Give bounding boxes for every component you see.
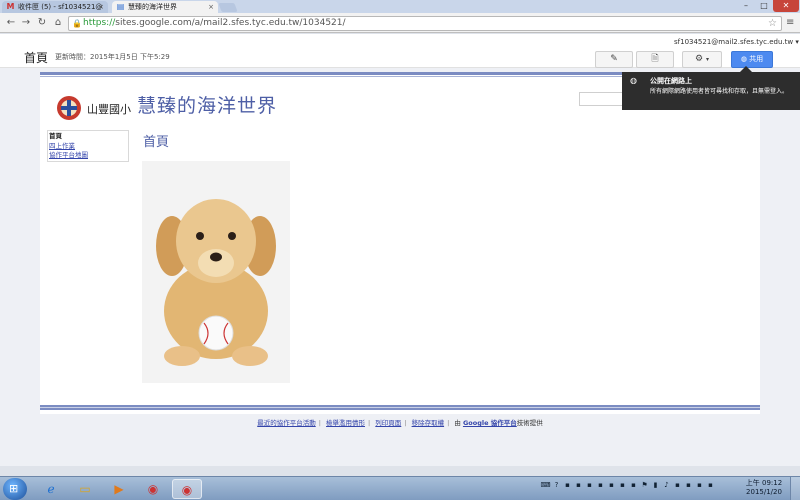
- clock-time: 上午 09:12: [745, 479, 783, 487]
- minimize-button[interactable]: –: [737, 0, 755, 12]
- back-icon[interactable]: ←: [4, 16, 18, 30]
- school-logo-icon: [57, 96, 81, 120]
- tab-gmail[interactable]: M 收件匣 (5) - sf1034521@ ×: [2, 1, 108, 13]
- nav-item-home[interactable]: 首頁: [49, 132, 127, 142]
- internet-explorer-icon[interactable]: ℯ: [36, 479, 66, 499]
- home-icon[interactable]: ⌂: [51, 16, 65, 30]
- edit-page-button[interactable]: ✎: [595, 51, 633, 68]
- site-title[interactable]: 慧臻的海洋世界: [137, 91, 277, 118]
- remove-access-link[interactable]: 移除存取權: [412, 419, 445, 427]
- url-path: sites.google.com/a/mail2.sfes.tyc.edu.tw…: [115, 18, 346, 28]
- tray-app-icon[interactable]: ▪: [595, 481, 606, 489]
- chevron-down-icon: ▾: [795, 38, 799, 46]
- chrome-icon[interactable]: ◉: [138, 479, 168, 499]
- share-button[interactable]: ◍ 共用: [731, 51, 773, 68]
- sites-icon: ▤: [116, 2, 125, 11]
- logo-school-name: 山豐國小: [87, 103, 131, 116]
- clock-date: 2015/1/20: [746, 488, 782, 496]
- start-button[interactable]: ⊞: [3, 478, 27, 500]
- tray-app-icon[interactable]: ▪: [705, 481, 716, 489]
- system-tray: ⌨? ▪ ▪ ▪ ▪ ▪ ▪ ▪ ⚑ ▮ ♪ ▪ ▪ ▪ ▪: [540, 481, 740, 497]
- windows-taskbar: ⊞ ℯ ▭ ▶ ◉ ◉ ⌨? ▪ ▪ ▪ ▪ ▪ ▪ ▪ ⚑ ▮ ♪ ▪ ▪ ▪ ▪ 上午 09:12 20…: [0, 476, 800, 500]
- network-icon[interactable]: ▮: [650, 481, 661, 489]
- lock-icon: 🔒: [72, 19, 82, 28]
- keyboard-icon[interactable]: ⌨: [540, 481, 551, 489]
- menu-icon[interactable]: ≡: [786, 17, 794, 28]
- page-title: 首頁: [24, 51, 49, 65]
- file-explorer-icon[interactable]: ▭: [70, 479, 100, 499]
- tab-title: 收件匣 (5) - sf1034521@: [18, 3, 103, 11]
- bookmark-star-icon[interactable]: ☆: [768, 17, 777, 30]
- tab-site[interactable]: ▤ 慧臻的海洋世界 ×: [112, 1, 218, 13]
- help-icon[interactable]: ?: [551, 481, 562, 489]
- browser-tab-strip: M 收件匣 (5) - sf1034521@ × ▤ 慧臻的海洋世界 × – □…: [0, 0, 800, 13]
- volume-icon[interactable]: ♪: [661, 481, 672, 489]
- tray-app-icon[interactable]: ▪: [584, 481, 595, 489]
- content-heading: 首頁: [143, 135, 170, 150]
- maximize-button[interactable]: □: [755, 0, 773, 12]
- nav-item-sitemap[interactable]: 協作平台地圖: [49, 151, 127, 161]
- tray-app-icon[interactable]: ▪: [628, 481, 639, 489]
- new-tab-button[interactable]: [218, 3, 238, 12]
- site-container: 山豐國小 慧臻的海洋世界 首頁 四上作業 協作平台地圖 首頁: [40, 72, 760, 414]
- recent-activity-link[interactable]: 最近的協作平台活動: [257, 419, 316, 427]
- clock[interactable]: 上午 09:12 2015/1/20: [744, 479, 784, 497]
- gmail-icon: M: [6, 2, 15, 11]
- tray-app-icon[interactable]: ▪: [562, 481, 573, 489]
- new-page-icon: 🗎: [651, 54, 659, 64]
- account-email: sf1034521@mail2.sfes.tyc.edu.tw: [674, 38, 794, 46]
- new-page-button[interactable]: 🗎: [636, 51, 674, 68]
- tray-app-icon[interactable]: ▪: [683, 481, 694, 489]
- tab-title: 慧臻的海洋世界: [128, 3, 177, 11]
- close-tab-icon[interactable]: ×: [98, 1, 104, 13]
- more-actions-button[interactable]: ⚙ ▾: [682, 51, 722, 68]
- share-tooltip: ◍ 公開在網路上 所有網際網路使用者皆可尋找和存取，且無需登入。: [622, 66, 800, 110]
- show-desktop-button[interactable]: [790, 477, 800, 500]
- media-player-icon[interactable]: ▶: [104, 479, 134, 499]
- last-updated: 更新時間：2015年1月5日 下午5:29: [55, 53, 170, 61]
- report-abuse-link[interactable]: 檢舉濫用情形: [326, 419, 365, 427]
- tooltip-description: 所有網際網路使用者皆可尋找和存取，且無需登入。: [650, 88, 789, 95]
- close-tab-icon[interactable]: ×: [208, 1, 214, 13]
- site-search-input[interactable]: [579, 92, 624, 106]
- globe-icon: ◍: [630, 76, 637, 85]
- tray-app-icon[interactable]: ▪: [617, 481, 628, 489]
- tray-app-icon[interactable]: ▪: [672, 481, 683, 489]
- flag-icon[interactable]: ⚑: [639, 481, 650, 489]
- footer-divider: [40, 405, 760, 410]
- globe-icon: ◍: [740, 55, 747, 63]
- chrome-active-icon[interactable]: ◉: [172, 479, 202, 499]
- chevron-down-icon: ▾: [705, 56, 709, 63]
- share-label: 共用: [749, 55, 764, 63]
- tray-app-icon[interactable]: ▪: [573, 481, 584, 489]
- browser-toolbar: ← → ↻ ⌂ 🔒 https://sites.google.com/a/mai…: [0, 13, 800, 33]
- pencil-icon: ✎: [610, 54, 618, 64]
- url-scheme: https://: [83, 18, 116, 28]
- address-bar[interactable]: 🔒 https://sites.google.com/a/mail2.sfes.…: [68, 16, 782, 31]
- forward-icon[interactable]: →: [19, 16, 33, 30]
- powered-by-suffix: 技術提供: [516, 419, 543, 427]
- sites-header-bar: 首頁 更新時間：2015年1月5日 下午5:29 sf1034521@mail2…: [0, 34, 800, 68]
- google-sites-link[interactable]: Google 協作平台: [463, 419, 517, 427]
- tray-app-icon[interactable]: ▪: [606, 481, 617, 489]
- tooltip-title: 公開在網路上: [650, 77, 692, 85]
- site-footer: 最近的協作平台活動 | 檢舉濫用情形 | 列印頁面 | 移除存取權 | 由 Google…: [257, 419, 543, 427]
- account-menu[interactable]: sf1034521@mail2.sfes.tyc.edu.tw ▾: [674, 38, 799, 46]
- nav-item-homework[interactable]: 四上作業: [49, 142, 127, 152]
- reload-icon[interactable]: ↻: [35, 16, 49, 30]
- tray-app-icon[interactable]: ▪: [694, 481, 705, 489]
- windows-logo-icon: ⊞: [9, 482, 19, 495]
- close-window-button[interactable]: ✕: [773, 0, 799, 12]
- puppy-image: [142, 161, 290, 383]
- site-navigation: 首頁 四上作業 協作平台地圖: [47, 130, 129, 162]
- print-page-link[interactable]: 列印頁面: [375, 419, 401, 427]
- powered-by-prefix: 由: [454, 419, 461, 427]
- gear-icon: ⚙: [695, 54, 704, 64]
